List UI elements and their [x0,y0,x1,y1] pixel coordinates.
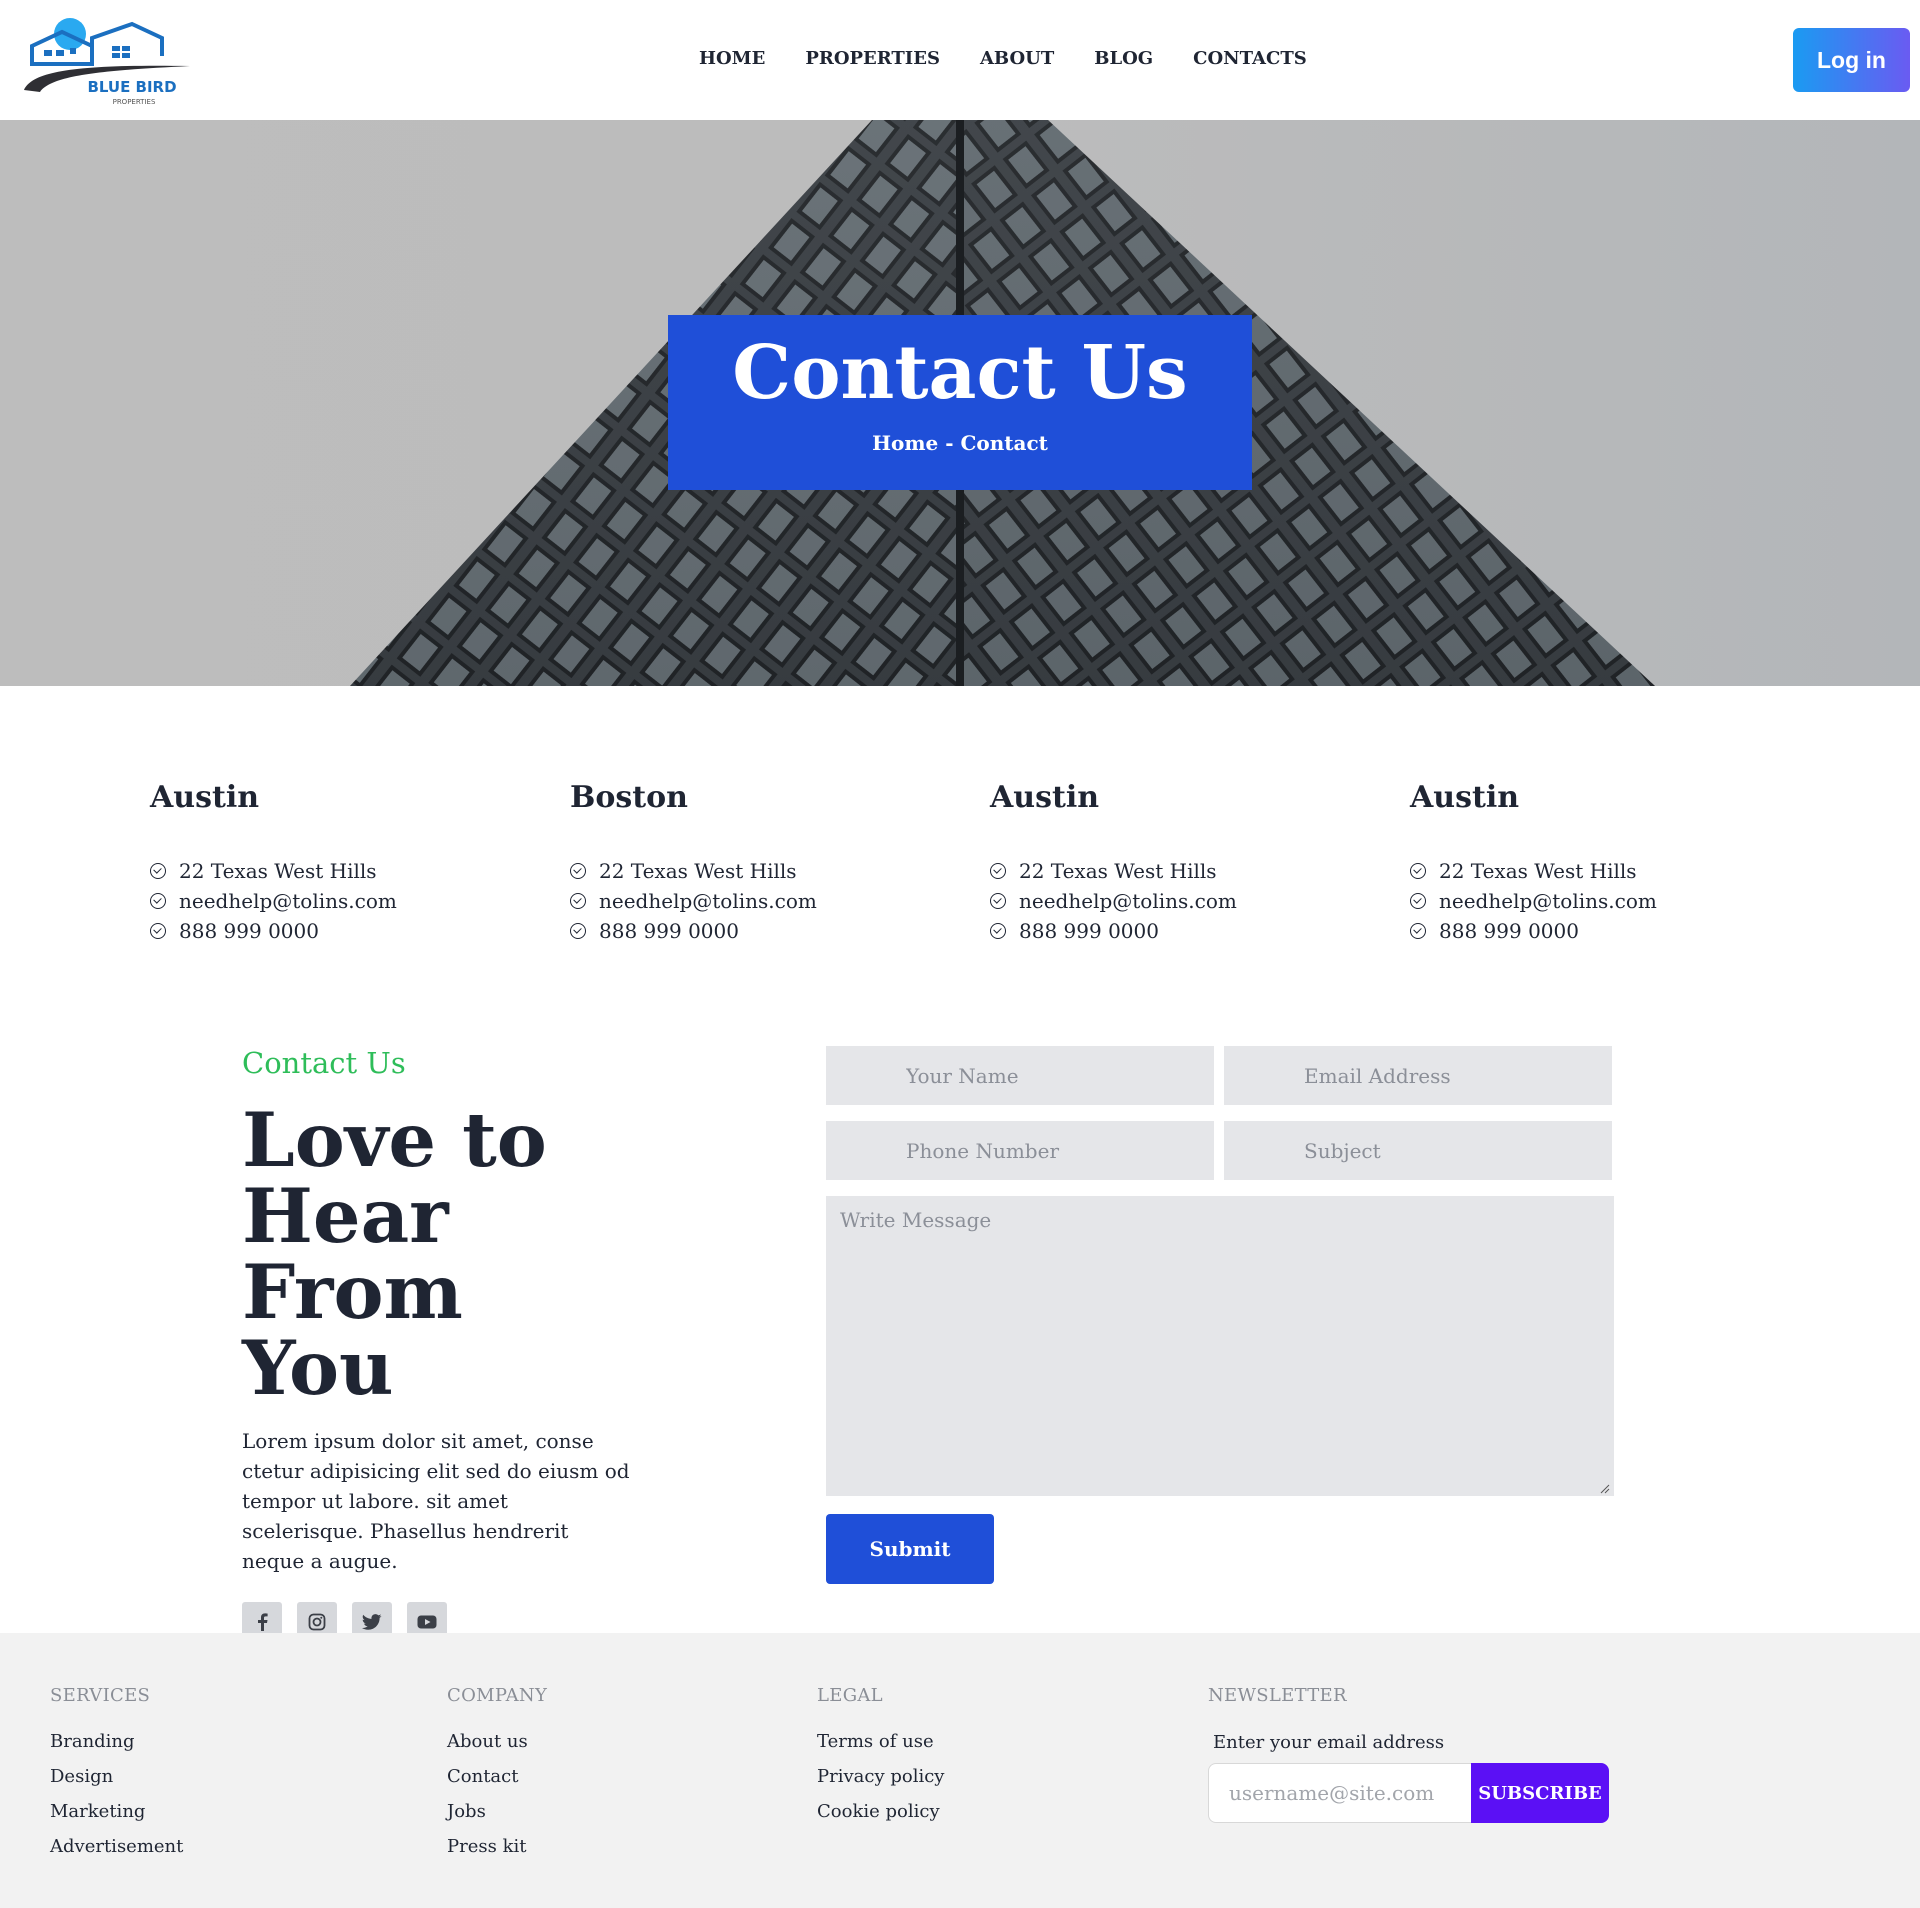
footer-link[interactable]: Jobs [447,1794,547,1829]
office-email[interactable]: needhelp@tolins.com [570,886,990,916]
check-circle-icon [990,923,1006,939]
hero-title-box: Contact Us Home - Contact [668,315,1252,490]
check-circle-icon [1410,863,1426,879]
newsletter-form: SUBSCRIBE [1208,1763,1609,1823]
office-address: 22 Texas West Hills [990,856,1410,886]
contact-intro: Contact Us Love to Hear From You Lorem i… [242,1046,662,1642]
footer-link[interactable]: Privacy policy [817,1759,944,1794]
section-eyebrow: Contact Us [242,1046,406,1080]
office-phone[interactable]: 888 999 0000 [150,916,570,946]
footer-link[interactable]: Marketing [50,1794,183,1829]
submit-button[interactable]: Submit [826,1514,994,1584]
nav-about[interactable]: ABOUT [980,48,1054,69]
office-city: Austin [990,780,1100,815]
office-locations: Austin 22 Texas West Hills needhelp@toli… [150,780,1830,946]
login-button[interactable]: Log in [1793,28,1910,92]
footer-link[interactable]: Design [50,1759,183,1794]
office-phone[interactable]: 888 999 0000 [570,916,990,946]
footer-link[interactable]: Branding [50,1724,183,1759]
site-footer: SERVICES Branding Design Marketing Adver… [0,1633,1920,1908]
office-email[interactable]: needhelp@tolins.com [990,886,1410,916]
page-title: Contact Us [732,330,1188,416]
check-circle-icon [1410,923,1426,939]
office-address: 22 Texas West Hills [570,856,990,886]
footer-heading: COMPANY [447,1685,548,1706]
nav-blog[interactable]: BLOG [1094,48,1153,69]
main-nav: HOME PROPERTIES ABOUT BLOG CONTACTS [699,48,1307,69]
name-input[interactable] [826,1046,1214,1105]
footer-link[interactable]: Terms of use [817,1724,944,1759]
footer-link[interactable]: Contact [447,1759,547,1794]
office-email[interactable]: needhelp@tolins.com [1410,886,1830,916]
check-circle-icon [150,893,166,909]
check-circle-icon [570,893,586,909]
check-circle-icon [990,863,1006,879]
intro-paragraph: Lorem ipsum dolor sit amet, conse ctetur… [242,1429,630,1573]
subscribe-button[interactable]: SUBSCRIBE [1471,1763,1609,1823]
office-card: Austin 22 Texas West Hills needhelp@toli… [990,780,1410,946]
subject-input[interactable] [1224,1121,1612,1180]
footer-company: COMPANY About us Contact Jobs Press kit [447,1685,547,1864]
newsletter-label: Enter your email address [1213,1732,1445,1753]
nav-contacts[interactable]: CONTACTS [1193,48,1307,69]
svg-text:BLUE BIRD: BLUE BIRD [87,78,176,96]
footer-heading: LEGAL [817,1685,883,1706]
newsletter-email-input[interactable] [1208,1763,1471,1823]
email-input[interactable] [1224,1046,1612,1105]
footer-heading: SERVICES [50,1685,151,1706]
nav-home[interactable]: HOME [699,48,765,69]
footer-legal: LEGAL Terms of use Privacy policy Cookie… [817,1685,944,1829]
check-circle-icon [150,923,166,939]
office-phone[interactable]: 888 999 0000 [1410,916,1830,946]
footer-heading: NEWSLETTER [1208,1685,1347,1706]
check-circle-icon [150,863,166,879]
office-address: 22 Texas West Hills [1410,856,1830,886]
site-header: BLUE BIRD PROPERTIES HOME PROPERTIES ABO… [0,0,1920,120]
footer-link[interactable]: About us [447,1724,547,1759]
message-textarea[interactable] [826,1196,1614,1496]
check-circle-icon [990,893,1006,909]
office-city: Boston [570,780,688,815]
office-email[interactable]: needhelp@tolins.com [150,886,570,916]
footer-link[interactable]: Advertisement [50,1829,183,1864]
nav-properties[interactable]: PROPERTIES [805,48,940,69]
office-city: Austin [1410,780,1520,815]
hero-banner: Contact Us Home - Contact [0,120,1920,686]
section-heading: Love to Hear From You [242,1096,547,1412]
check-circle-icon [570,863,586,879]
office-phone[interactable]: 888 999 0000 [990,916,1410,946]
office-address: 22 Texas West Hills [150,856,570,886]
resize-grip-icon[interactable] [1600,1484,1610,1494]
svg-text:PROPERTIES: PROPERTIES [113,98,156,106]
check-circle-icon [570,923,586,939]
office-card: Boston 22 Texas West Hills needhelp@toli… [570,780,990,946]
office-card: Austin 22 Texas West Hills needhelp@toli… [1410,780,1830,946]
office-city: Austin [150,780,260,815]
check-circle-icon [1410,893,1426,909]
phone-input[interactable] [826,1121,1214,1180]
footer-newsletter: NEWSLETTER Enter your email address SUBS… [1208,1685,1609,1823]
blue-bird-logo[interactable]: BLUE BIRD PROPERTIES [22,12,198,108]
footer-link[interactable]: Cookie policy [817,1794,944,1829]
footer-services: SERVICES Branding Design Marketing Adver… [50,1685,183,1864]
breadcrumb[interactable]: Home - Contact [872,431,1048,455]
footer-link[interactable]: Press kit [447,1829,547,1864]
office-card: Austin 22 Texas West Hills needhelp@toli… [150,780,570,946]
